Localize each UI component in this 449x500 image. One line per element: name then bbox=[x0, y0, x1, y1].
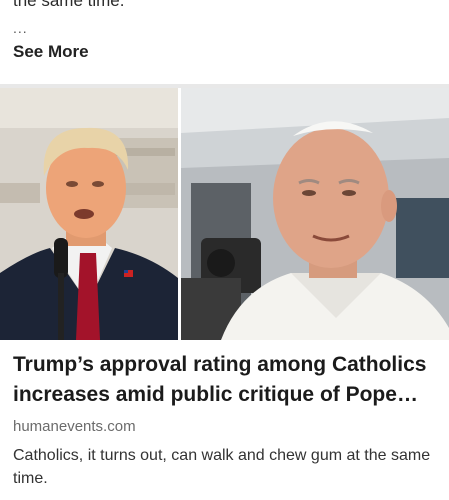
trump-portrait-illustration bbox=[0, 88, 178, 340]
see-more-link[interactable]: See More bbox=[13, 42, 89, 62]
previous-post-tail: the same time. ... See More bbox=[0, 0, 449, 84]
pope-leo-photo bbox=[181, 88, 449, 340]
link-preview-card[interactable]: Trump’s approval rating among Catholics … bbox=[0, 88, 449, 500]
article-headline[interactable]: Trump’s approval rating among Catholics … bbox=[13, 350, 438, 410]
trump-portrait-photo bbox=[0, 88, 178, 340]
article-source-domain: humanevents.com bbox=[13, 418, 136, 435]
preview-image-collage[interactable] bbox=[0, 88, 449, 340]
snippet-ellipsis: ... bbox=[13, 20, 28, 36]
article-description: Catholics, it turns out, can walk and ch… bbox=[13, 447, 431, 487]
previous-post-snippet: the same time. bbox=[13, 0, 125, 10]
pope-leo-illustration bbox=[181, 88, 449, 340]
